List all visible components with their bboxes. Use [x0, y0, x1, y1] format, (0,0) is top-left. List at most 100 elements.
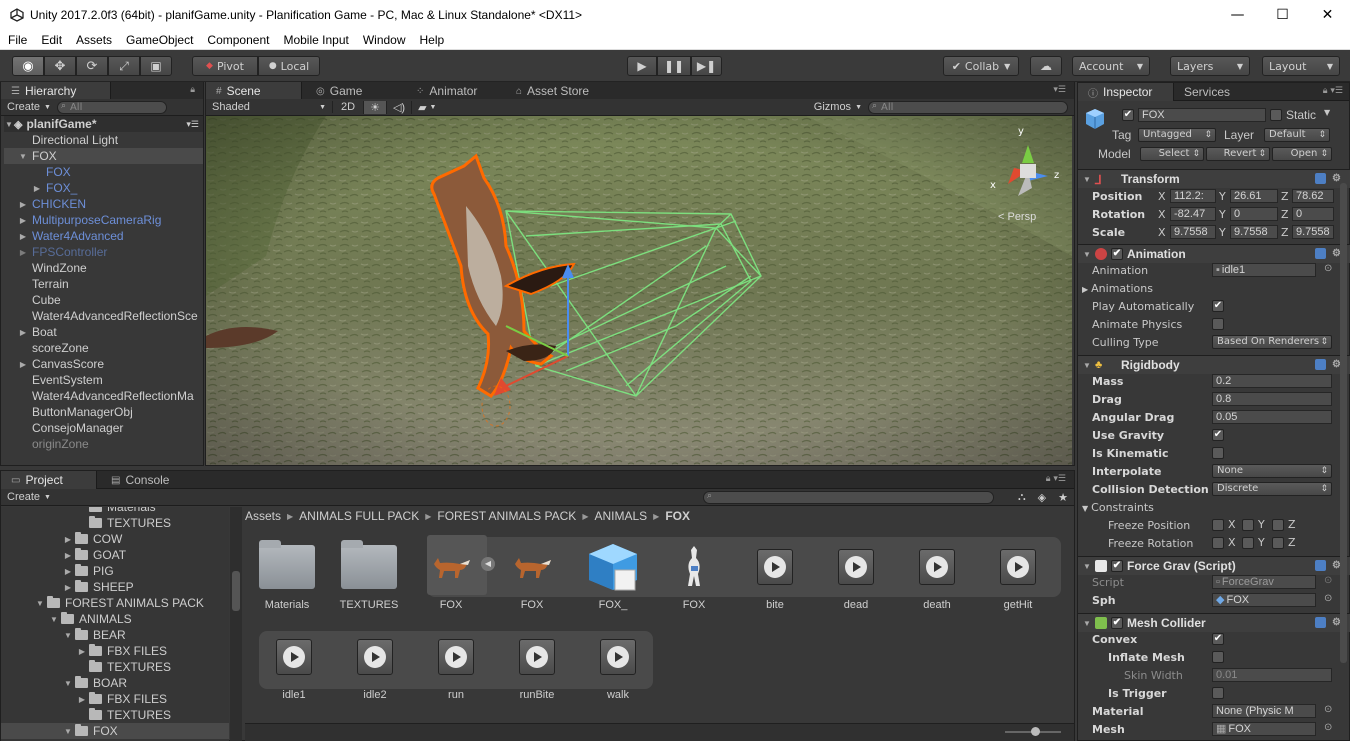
maximize-button[interactable]: ☐	[1260, 0, 1305, 30]
breadcrumb-item[interactable]: ANIMALS FULL PACK	[299, 509, 419, 523]
collapsed-arrow-icon[interactable]: ▶	[18, 216, 28, 225]
expanded-arrow-icon[interactable]: ▼	[18, 152, 28, 161]
gear-icon[interactable]: ⚙	[1332, 173, 1341, 184]
model-revert-button[interactable]: Revert	[1206, 147, 1270, 161]
menu-component[interactable]: Component	[199, 33, 275, 47]
hierarchy-item[interactable]: ▶ FOX_	[4, 180, 203, 196]
expanded-arrow-icon[interactable]: ▶	[63, 551, 73, 560]
hierarchy-item[interactable]: ConsejoManager	[4, 420, 203, 436]
hierarchy-create-button[interactable]: Create ▼	[1, 101, 57, 113]
object-picker-icon[interactable]: ⊙	[1324, 704, 1332, 715]
breadcrumb-item[interactable]: FOREST ANIMALS PACK	[437, 509, 576, 523]
project-tree-scrollbar[interactable]	[230, 507, 242, 741]
expanded-arrow-icon[interactable]: ▼	[1081, 175, 1093, 184]
rotation-z-field[interactable]: 0	[1292, 207, 1334, 221]
asset-item-anim[interactable]: dead	[821, 541, 891, 611]
menu-window[interactable]: Window	[355, 33, 412, 47]
project-tree-item[interactable]: ▼ FOREST ANIMALS PACK	[1, 595, 229, 611]
use-gravity-checkbox[interactable]: ✔	[1212, 429, 1224, 441]
sph-field[interactable]: ◆ FOX	[1212, 593, 1316, 607]
inflate-mesh-checkbox[interactable]	[1212, 651, 1224, 663]
expanded-arrow-icon[interactable]: ▶	[63, 535, 73, 544]
tag-dropdown[interactable]: Untagged	[1138, 128, 1216, 142]
scale-x-field[interactable]: 9.7558	[1170, 225, 1216, 239]
angular-drag-field[interactable]: 0.05	[1212, 410, 1332, 424]
object-picker-icon[interactable]: ⊙	[1324, 722, 1332, 733]
hierarchy-item[interactable]: ButtonManagerObj	[4, 404, 203, 420]
tab-scene[interactable]: # Scene	[206, 82, 302, 100]
collapsed-arrow-icon[interactable]: ▶	[18, 328, 28, 337]
project-search-input[interactable]	[702, 490, 994, 504]
help-book-icon[interactable]	[1315, 173, 1327, 184]
expanded-arrow-icon[interactable]: ▶	[77, 695, 87, 704]
hierarchy-item[interactable]: originZone	[4, 436, 203, 452]
rotate-tool-button[interactable]: ⟳	[76, 56, 108, 76]
expanded-arrow-icon[interactable]: ▶	[63, 567, 73, 576]
hierarchy-item[interactable]: Water4AdvancedReflectionMa	[4, 388, 203, 404]
collapsed-arrow-icon[interactable]: ▶	[1082, 285, 1088, 294]
forcegrav-header[interactable]: ▼ ✔ Force Grav (Script) ⚙	[1078, 556, 1350, 575]
project-tree-item[interactable]: ▼ BOAR	[1, 675, 229, 691]
chevron-down-icon[interactable]: ▼	[1324, 108, 1330, 117]
scale-z-field[interactable]: 9.7558	[1292, 225, 1334, 239]
help-book-icon[interactable]	[1315, 617, 1327, 628]
view-tool-button[interactable]: ◉	[12, 56, 44, 76]
rotation-x-field[interactable]: -82.47	[1170, 207, 1216, 221]
expanded-arrow-icon[interactable]: ▼	[1082, 504, 1088, 513]
expanded-arrow-icon[interactable]: ▼	[49, 615, 59, 624]
project-tree-item[interactable]: ▶ SHEEP	[1, 579, 229, 595]
asset-item-anim[interactable]: idle2	[340, 631, 410, 701]
collapsed-arrow-icon[interactable]: ▶	[18, 200, 28, 209]
step-button[interactable]: ▶❚	[691, 56, 722, 76]
hierarchy-item[interactable]: FOX	[4, 164, 203, 180]
meshcollider-header[interactable]: ▼ ✔ Mesh Collider ⚙	[1078, 613, 1350, 632]
minimize-button[interactable]: —	[1215, 0, 1260, 30]
collapsed-arrow-icon[interactable]: ▶	[18, 248, 28, 257]
freeze-rotation-y-checkbox[interactable]	[1242, 537, 1254, 549]
asset-item-avatar[interactable]: FOX	[659, 541, 729, 611]
is-kinematic-checkbox[interactable]	[1212, 447, 1224, 459]
menu-mobile-input[interactable]: Mobile Input	[275, 33, 354, 47]
hierarchy-item[interactable]: ▶ Boat	[4, 324, 203, 340]
active-checkbox[interactable]: ✔	[1122, 109, 1134, 121]
tab-game[interactable]: ◎ Game	[306, 82, 372, 100]
pivot-toggle[interactable]: ◆ Pivot	[192, 56, 258, 76]
menu-help[interactable]: Help	[412, 33, 451, 47]
hierarchy-search-input[interactable]: All	[56, 100, 167, 114]
asset-item-folder[interactable]: TEXTURES	[334, 540, 404, 611]
scale-y-field[interactable]: 9.7558	[1230, 225, 1278, 239]
model-select-button[interactable]: Select	[1140, 147, 1204, 161]
project-tree-item[interactable]: ▼ ANIMALS	[1, 611, 229, 627]
project-tree-item[interactable]: TEXTURES	[1, 515, 229, 531]
rect-tool-button[interactable]: ▣	[140, 56, 172, 76]
menu-icon[interactable]: ▾☰	[186, 119, 199, 130]
inspector-scrollbar[interactable]	[1340, 183, 1347, 663]
menu-file[interactable]: File	[0, 33, 33, 47]
asset-item-anim[interactable]: run	[421, 631, 491, 701]
shading-mode-dropdown[interactable]: Shaded ▼	[206, 101, 332, 113]
layout-dropdown[interactable]: Layout ▼	[1262, 56, 1340, 76]
object-picker-icon[interactable]: ⊙	[1324, 263, 1332, 274]
help-book-icon[interactable]	[1315, 248, 1327, 259]
animate-physics-checkbox[interactable]	[1212, 318, 1224, 330]
project-tree-item[interactable]: Materials	[1, 507, 229, 515]
mesh-field[interactable]: ▦ FOX	[1212, 722, 1316, 736]
project-tree-item[interactable]: ▶ FBX FILES	[1, 643, 229, 659]
menu-edit[interactable]: Edit	[33, 33, 68, 47]
filter-type-button[interactable]: ⛬	[1012, 491, 1032, 504]
menu-assets[interactable]: Assets	[68, 33, 118, 47]
expanded-arrow-icon[interactable]: ▼	[1081, 250, 1093, 259]
tab-hierarchy[interactable]: ☰ Hierarchy	[1, 82, 111, 100]
gizmos-dropdown[interactable]: Gizmos ▼	[808, 101, 868, 113]
zoom-slider-thumb[interactable]	[1031, 727, 1040, 736]
freeze-position-y-checkbox[interactable]	[1242, 519, 1254, 531]
hierarchy-item[interactable]: Terrain	[4, 276, 203, 292]
project-tree-item[interactable]: ▶ FBX FILES	[1, 691, 229, 707]
expanded-arrow-icon[interactable]: ▼	[4, 120, 14, 129]
tab-console[interactable]: ▤ Console	[101, 471, 179, 489]
expanded-arrow-icon[interactable]: ▼	[1081, 619, 1093, 628]
filter-label-button[interactable]: ◈	[1032, 491, 1052, 504]
local-toggle[interactable]: ● Local	[258, 56, 320, 76]
expanded-arrow-icon[interactable]: ▶	[63, 583, 73, 592]
object-name-field[interactable]: FOX	[1138, 108, 1266, 122]
